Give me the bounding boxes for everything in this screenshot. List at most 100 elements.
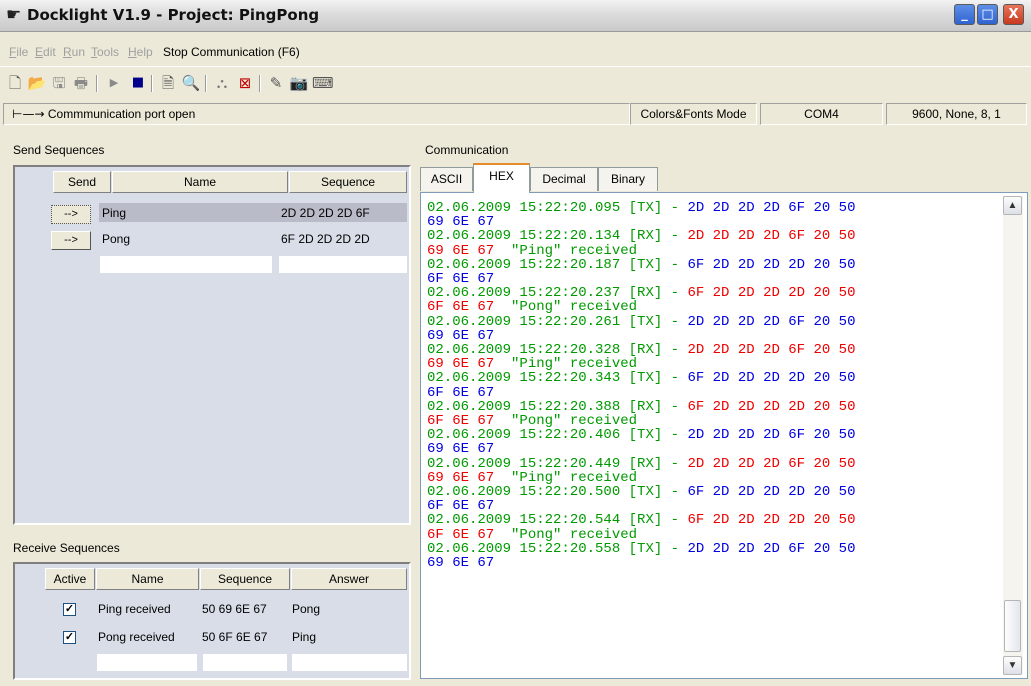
binoculars-icon[interactable]: ⛬ (212, 73, 232, 93)
new-receive-sequence-field[interactable] (203, 654, 287, 671)
stop-icon[interactable]: ■ (128, 73, 148, 93)
notepad-icon[interactable]: ✎ (266, 73, 286, 93)
print-icon[interactable]: 🖶 (71, 73, 91, 93)
new-receive-name-field[interactable] (97, 654, 197, 671)
new-send-sequence-field[interactable] (279, 256, 407, 273)
log-bytes: 2D 2D 2D 2D 6F 20 50 (687, 228, 856, 245)
receive-sequences-title: Receive Sequences (13, 541, 120, 555)
status-panel-main: ⊢—→ Commmunication port open (3, 103, 630, 125)
menu-bar: File Edit Run Tools Help Stop Communicat… (0, 31, 1031, 65)
toolbar-separator (96, 75, 98, 92)
status-mode: Colors&Fonts Mode (630, 103, 757, 125)
log-line: 6F 6E 67 (427, 272, 855, 286)
receive-header-active: Active (45, 568, 95, 590)
app-icon: ☛ (6, 5, 22, 24)
status-message: Commmunication port open (47, 107, 196, 121)
toolbar: 🗋 📂 🖫 🖶 ▶ ■ 🗎 🔍 ⛬ ⊠ ✎ 📷 ⌨ (0, 66, 1031, 100)
log-line: 69 6E 67 (427, 329, 855, 343)
search-icon[interactable]: 🔍 (181, 73, 201, 93)
send-sequence-ping[interactable]: 2D 2D 2D 2D 6F (281, 204, 406, 222)
log-line: 02.06.2009 15:22:20.095 [TX] - 2D 2D 2D … (427, 201, 855, 215)
clear-icon[interactable]: ⊠ (235, 73, 255, 93)
keyboard-icon[interactable]: ⌨ (312, 73, 334, 93)
log-line: 6F 6E 67 (427, 499, 855, 513)
log-bytes: 6F 2D 2D 2D 2D 20 50 (687, 285, 856, 302)
send-sequence-pong[interactable]: 6F 2D 2D 2D 2D (281, 230, 406, 248)
log-direction: [TX] - (620, 484, 688, 501)
communication-title: Communication (425, 143, 509, 157)
log-bytes: 2D 2D 2D 2D 6F 20 50 (687, 342, 856, 359)
receive-header-sequence: Sequence (200, 568, 290, 590)
log-bytes: 2D 2D 2D 2D 6F 20 50 (687, 313, 856, 330)
scroll-down-icon[interactable]: ▼ (1003, 656, 1022, 675)
log-bytes: 6F 2D 2D 2D 2D 20 50 (687, 484, 856, 501)
status-settings: 9600, None, 8, 1 (886, 103, 1027, 125)
new-file-icon[interactable]: 🗋 (5, 73, 25, 93)
camera-icon[interactable]: 📷 (289, 73, 309, 93)
tab-decimal[interactable]: Decimal (530, 167, 598, 191)
close-button[interactable]: X (1003, 4, 1024, 25)
log-bytes: 6F 2D 2D 2D 2D 20 50 (687, 256, 856, 273)
log-line: 02.06.2009 15:22:20.134 [RX] - 2D 2D 2D … (427, 229, 855, 243)
receive-sequence-pong-received[interactable]: 50 6F 6E 67 (202, 628, 288, 646)
menu-stop-communication[interactable]: Stop Communication (F6) (163, 45, 300, 59)
communication-log[interactable]: 02.06.2009 15:22:20.095 [TX] - 2D 2D 2D … (420, 192, 1028, 679)
title-bar[interactable]: ☛ Docklight V1.9 - Project: PingPong _ □… (0, 0, 1031, 32)
tab-hex[interactable]: HEX (473, 163, 530, 193)
send-name-ping[interactable]: Ping (102, 204, 272, 222)
menu-run[interactable]: Run (63, 45, 85, 59)
receive-answer-pong-received[interactable]: Ping (292, 628, 402, 646)
log-line: 02.06.2009 15:22:20.328 [RX] - 2D 2D 2D … (427, 343, 855, 357)
toolbar-separator (205, 75, 207, 92)
play-icon[interactable]: ▶ (104, 73, 124, 93)
log-line: 02.06.2009 15:22:20.544 [RX] - 6F 2D 2D … (427, 513, 855, 527)
menu-edit[interactable]: Edit (35, 45, 56, 59)
receive-sequence-ping-received[interactable]: 50 69 6E 67 (202, 600, 288, 618)
log-line: 02.06.2009 15:22:20.558 [TX] - 2D 2D 2D … (427, 542, 855, 556)
minimize-button[interactable]: _ (954, 4, 975, 25)
open-folder-icon[interactable]: 📂 (27, 73, 47, 93)
active-checkbox-ping-received[interactable]: ✓ (63, 603, 76, 616)
vertical-scrollbar[interactable]: ▲ ▼ (1003, 196, 1023, 675)
log-line: 02.06.2009 15:22:20.261 [TX] - 2D 2D 2D … (427, 315, 855, 329)
log-line: 02.06.2009 15:22:20.237 [RX] - 6F 2D 2D … (427, 286, 855, 300)
log-direction: [TX] - (620, 256, 688, 273)
log-bytes: 6F 2D 2D 2D 2D 20 50 (687, 398, 856, 415)
new-receive-answer-field[interactable] (292, 654, 407, 671)
new-send-name-field[interactable] (100, 256, 272, 273)
menu-tools[interactable]: Tools (91, 45, 119, 59)
tab-ascii[interactable]: ASCII (420, 167, 473, 191)
receive-answer-ping-received[interactable]: Pong (292, 600, 402, 618)
properties-icon[interactable]: 🗎 (158, 73, 178, 93)
receive-sequences-grid: Active Name Sequence Answer ✓ Ping recei… (13, 562, 411, 680)
send-sequences-grid: Send Name Sequence --> Ping 2D 2D 2D 2D … (13, 165, 411, 525)
log-line: 02.06.2009 15:22:20.406 [TX] - 2D 2D 2D … (427, 428, 855, 442)
send-button-ping[interactable]: --> (51, 205, 91, 224)
log-line: 02.06.2009 15:22:20.343 [TX] - 6F 2D 2D … (427, 371, 855, 385)
log-line: 02.06.2009 15:22:20.500 [TX] - 6F 2D 2D … (427, 485, 855, 499)
receive-header-answer: Answer (291, 568, 407, 590)
log-direction: [TX] - (620, 540, 688, 557)
maximize-button[interactable]: □ (977, 4, 998, 25)
receive-name-ping-received[interactable]: Ping received (98, 600, 198, 618)
log-line: 02.06.2009 15:22:20.449 [RX] - 2D 2D 2D … (427, 457, 855, 471)
menu-help[interactable]: Help (128, 45, 153, 59)
send-header-send: Send (53, 171, 111, 193)
receive-name-pong-received[interactable]: Pong received (98, 628, 198, 646)
scroll-up-icon[interactable]: ▲ (1003, 196, 1022, 215)
log-bytes: 2D 2D 2D 2D 6F 20 50 (687, 200, 856, 216)
port-connector-icon: ⊢—→ (12, 107, 45, 121)
log-direction: [TX] - (620, 427, 688, 444)
send-name-pong[interactable]: Pong (102, 230, 272, 248)
active-checkbox-pong-received[interactable]: ✓ (63, 631, 76, 644)
tab-binary[interactable]: Binary (598, 167, 658, 191)
log-lines: 02.06.2009 15:22:20.095 [TX] - 2D 2D 2D … (427, 201, 855, 570)
log-bytes: 6F 2D 2D 2D 2D 20 50 (687, 512, 856, 529)
menu-file[interactable]: File (9, 45, 28, 59)
log-line: 69 6E 67 (427, 442, 855, 456)
log-line: 69 6E 67 "Ping" received (427, 357, 855, 371)
log-bytes: 2D 2D 2D 2D 6F 20 50 (687, 455, 856, 472)
send-button-pong[interactable]: --> (51, 231, 91, 250)
save-icon[interactable]: 🖫 (49, 73, 69, 93)
scroll-thumb[interactable] (1004, 600, 1021, 652)
